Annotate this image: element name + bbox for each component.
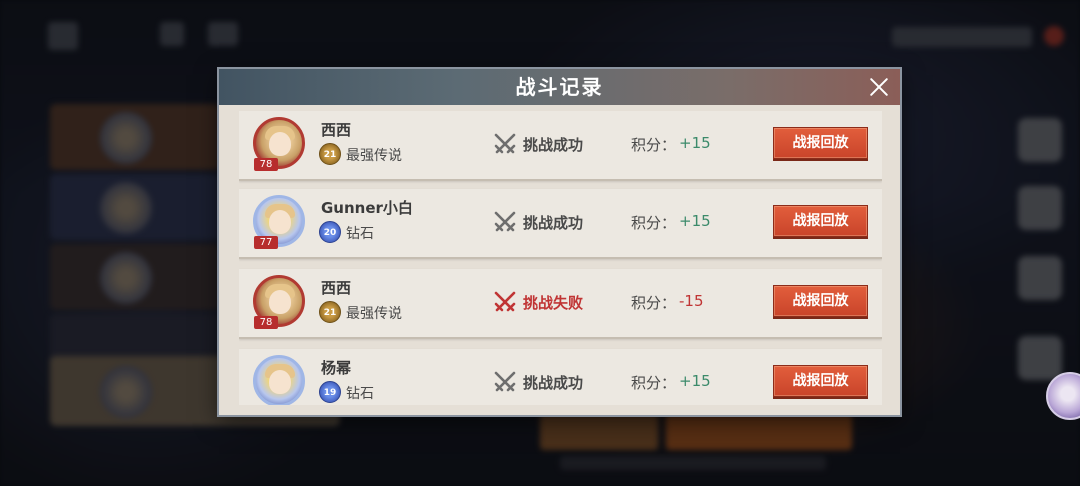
score-label: 积分：: [631, 374, 677, 392]
battle-result: 挑战成功: [523, 136, 584, 154]
rank-title: 最强传说: [346, 306, 402, 322]
battle-record-row: 78 西西 21 最强传说 挑战失败 积分： -15 战报回放: [239, 269, 882, 339]
avatar-face: [269, 210, 291, 234]
battle-record-dialog: 战斗记录 78 西西 21 最强传说 挑战成功 积分： +15 战报回放 77 Gunner小白 2…: [219, 69, 900, 415]
rank-badge-icon: 19: [319, 381, 341, 403]
score-change: -15: [679, 292, 704, 310]
rank-badge-icon: 21: [319, 301, 341, 323]
score-label: 积分：: [631, 294, 677, 312]
rank-badge-icon: 21: [319, 143, 341, 165]
close-icon[interactable]: [866, 74, 892, 100]
opponent-name: Gunner小白: [321, 199, 413, 217]
rank-title: 钻石: [346, 226, 374, 242]
avatar-face: [269, 132, 291, 156]
dialog-title: 战斗记录: [515, 75, 604, 99]
crossed-swords-icon: [491, 288, 519, 316]
player-level-tag: 78: [254, 158, 278, 171]
crossed-swords-icon: [491, 368, 519, 396]
battle-record-row: 78 西西 21 最强传说 挑战成功 积分： +15 战报回放: [239, 111, 882, 181]
rank-badge-icon: 20: [319, 221, 341, 243]
battle-result: 挑战成功: [523, 374, 584, 392]
battle-record-list[interactable]: 78 西西 21 最强传说 挑战成功 积分： +15 战报回放 77 Gunner小白 20 钻石 挑战…: [239, 111, 882, 407]
replay-button[interactable]: 战报回放: [773, 365, 868, 397]
avatar-face: [269, 370, 291, 394]
replay-button[interactable]: 战报回放: [773, 127, 868, 159]
score-label: 积分：: [631, 214, 677, 232]
replay-button[interactable]: 战报回放: [773, 285, 868, 317]
battle-record-row: 杨幂 19 钻石 挑战成功 积分： +15 战报回放: [239, 349, 882, 407]
battle-record-row: 77 Gunner小白 20 钻石 挑战成功 积分： +15 战报回放: [239, 189, 882, 259]
player-level-tag: 78: [254, 316, 278, 329]
opponent-name: 西西: [321, 279, 352, 297]
rank-title: 钻石: [346, 386, 374, 402]
battle-result: 挑战失败: [523, 294, 584, 312]
score-change: +15: [679, 134, 711, 152]
battle-result: 挑战成功: [523, 214, 584, 232]
list-bottom-edge: [219, 405, 900, 415]
opponent-avatar[interactable]: [253, 355, 305, 407]
score-change: +15: [679, 212, 711, 230]
dialog-header: 战斗记录: [219, 69, 900, 105]
opponent-name: 西西: [321, 121, 352, 139]
avatar-face: [269, 290, 291, 314]
crossed-swords-icon: [491, 208, 519, 236]
player-level-tag: 77: [254, 236, 278, 249]
score-label: 积分：: [631, 136, 677, 154]
crossed-swords-icon: [491, 130, 519, 158]
rank-title: 最强传说: [346, 148, 402, 164]
opponent-name: 杨幂: [321, 359, 352, 377]
replay-button[interactable]: 战报回放: [773, 205, 868, 237]
score-change: +15: [679, 372, 711, 390]
